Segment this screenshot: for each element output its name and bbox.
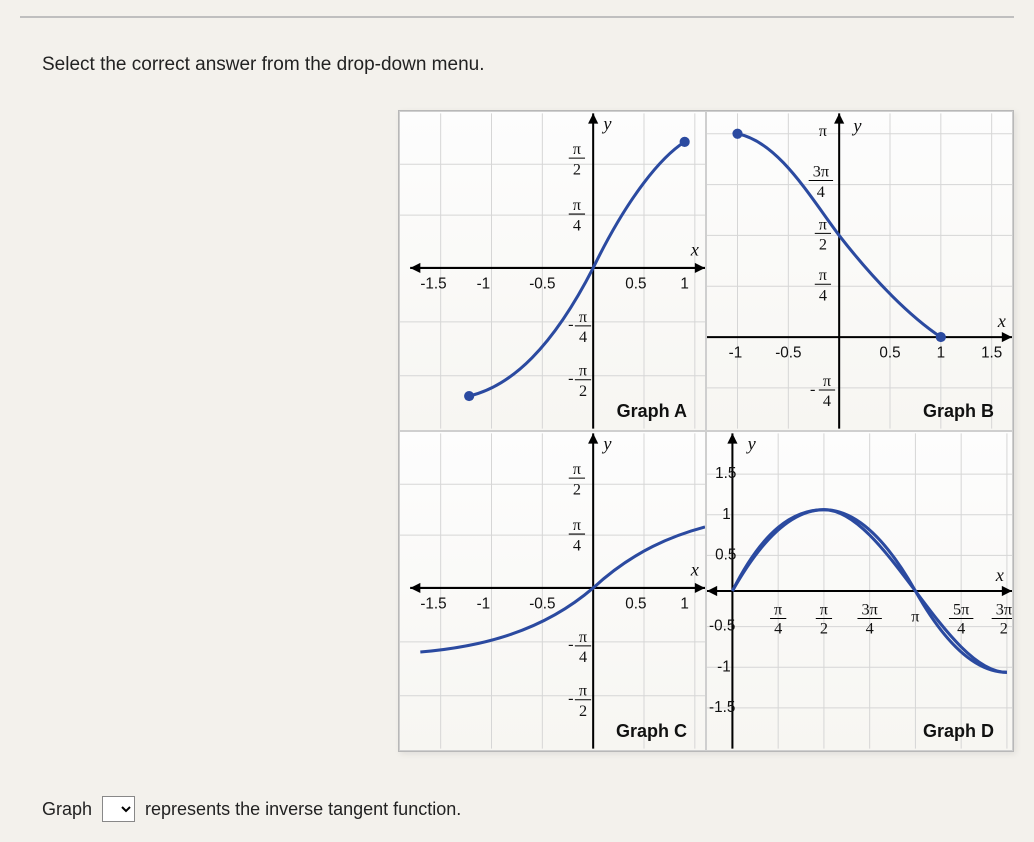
svg-text:-: - [568,369,573,387]
svg-text:π: π [573,140,581,158]
svg-text:4: 4 [957,620,965,638]
svg-text:1: 1 [937,344,945,361]
graph-b-title: Graph B [923,401,994,422]
svg-text:-0.5: -0.5 [775,344,801,361]
svg-text:4: 4 [823,392,831,410]
svg-text:-1: -1 [477,275,491,292]
svg-text:4: 4 [866,620,874,638]
svg-text:-: - [568,635,573,653]
svg-text:0.5: 0.5 [879,344,900,361]
svg-text:4: 4 [579,648,587,666]
graph-select[interactable]: ABCD [102,796,135,822]
svg-text:4: 4 [774,620,782,638]
svg-text:2: 2 [573,480,581,498]
svg-text:y: y [601,434,612,454]
svg-text:-1.5: -1.5 [420,595,446,612]
svg-text:2: 2 [1000,620,1008,638]
svg-text:y: y [851,116,862,136]
graph-d-title: Graph D [923,721,994,742]
svg-text:4: 4 [573,216,581,234]
svg-text:1: 1 [680,275,688,292]
svg-text:π: π [820,600,828,618]
answer-after-text: represents the inverse tangent function. [145,799,461,820]
svg-text:-: - [568,689,573,707]
svg-text:-1: -1 [477,595,491,612]
svg-text:2: 2 [819,236,827,254]
graph-a-title: Graph A [617,401,687,422]
svg-text:0.5: 0.5 [625,595,646,612]
svg-text:-: - [568,315,573,333]
svg-text:x: x [995,565,1004,585]
svg-text:-0.5: -0.5 [709,618,735,635]
top-rule [20,16,1014,18]
svg-text:x: x [997,311,1006,331]
svg-text:-1: -1 [729,344,743,361]
svg-text:4: 4 [579,328,587,346]
svg-text:3π: 3π [996,600,1012,618]
instruction-text: Select the correct answer from the drop-… [42,54,1034,76]
graph-panel-d: y x 1.5 1 0.5 -0.5 -1 -1.5 π 4 π 2 3π 4 π 5… [706,431,1013,751]
svg-text:-1.5: -1.5 [420,275,446,292]
svg-text:2: 2 [579,702,587,720]
graph-panel-b: y x -1 -0.5 0.5 1 1.5 π 3π4 π2 π4 -π4 Gr… [706,111,1013,431]
svg-text:2: 2 [579,382,587,400]
svg-text:π: π [823,372,831,390]
svg-text:3π: 3π [813,162,829,180]
svg-text:π: π [573,516,581,534]
graphs-figure: y x -1.5 -1 -0.5 0.5 1 π2 π4 -π4 -π2 Gra… [398,110,1014,752]
svg-text:π: π [911,608,919,626]
svg-text:3π: 3π [861,600,877,618]
svg-text:-0.5: -0.5 [529,275,555,292]
svg-text:π: π [819,266,827,284]
svg-text:4: 4 [817,183,825,201]
svg-text:π: π [774,600,782,618]
svg-text:y: y [746,434,757,454]
svg-text:0.5: 0.5 [715,546,736,563]
graph-a-svg: y x -1.5 -1 -0.5 0.5 1 π2 π4 -π4 -π2 [400,112,705,430]
svg-text:-: - [810,380,815,398]
y-axis-label: y [601,114,612,134]
svg-text:-1: -1 [717,658,731,675]
svg-text:2: 2 [820,620,828,638]
svg-text:4: 4 [819,286,827,304]
graph-c-title: Graph C [616,721,687,742]
svg-text:-0.5: -0.5 [529,595,555,612]
svg-text:π: π [579,362,587,380]
svg-text:1.5: 1.5 [981,344,1002,361]
svg-text:1: 1 [722,506,730,523]
graph-panel-c: y x -1.5 -1 -0.5 0.5 1 π2 π4 -π4 -π2 Gra… [399,431,706,751]
svg-text:0.5: 0.5 [625,275,646,292]
svg-text:π: π [579,682,587,700]
graph-d-svg: y x 1.5 1 0.5 -0.5 -1 -1.5 π 4 π 2 3π 4 π 5… [707,432,1012,750]
svg-text:π: π [579,628,587,646]
svg-text:π: π [573,196,581,214]
svg-text:5π: 5π [953,600,969,618]
svg-text:4: 4 [573,536,581,554]
svg-text:π: π [819,122,827,140]
page: Select the correct answer from the drop-… [0,0,1034,842]
svg-text:1: 1 [680,595,688,612]
svg-text:-1.5: -1.5 [709,699,735,716]
svg-text:π: π [573,460,581,478]
svg-text:2: 2 [573,160,581,178]
x-axis-label: x [690,240,699,260]
answer-before-text: Graph [42,799,92,820]
svg-text:π: π [819,215,827,233]
graph-c-svg: y x -1.5 -1 -0.5 0.5 1 π2 π4 -π4 -π2 [400,432,705,750]
answer-row: Graph ABCD represents the inverse tangen… [42,796,461,822]
graph-panel-a: y x -1.5 -1 -0.5 0.5 1 π2 π4 -π4 -π2 Gra… [399,111,706,431]
graph-b-svg: y x -1 -0.5 0.5 1 1.5 π 3π4 π2 π4 -π4 [707,112,1012,430]
svg-text:π: π [579,308,587,326]
svg-text:1.5: 1.5 [715,465,736,482]
svg-text:x: x [690,560,699,580]
